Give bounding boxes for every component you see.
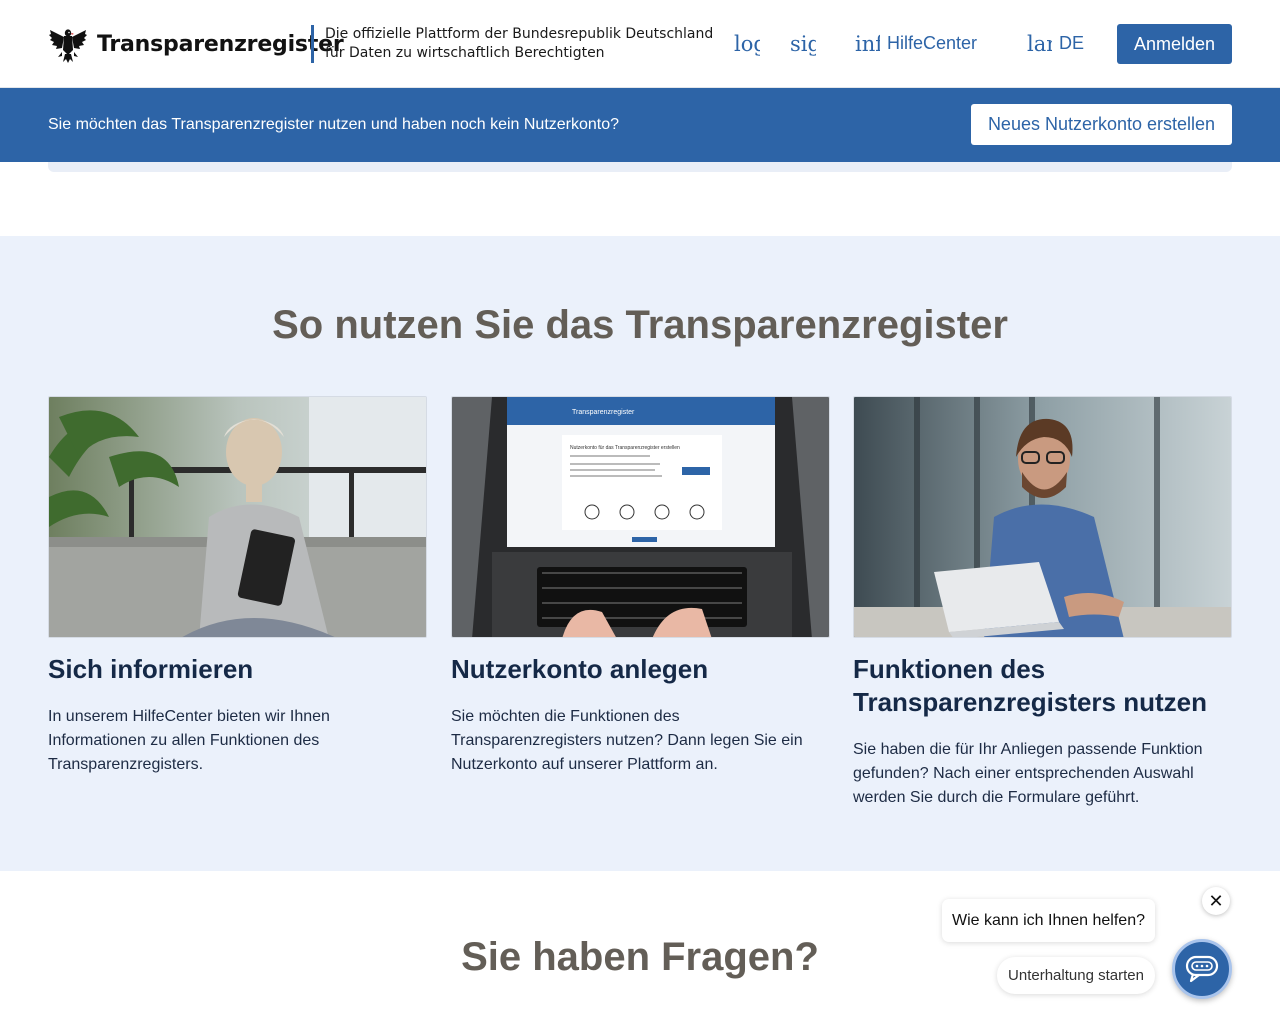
chat-launcher-button[interactable] bbox=[1172, 939, 1232, 999]
create-account-button[interactable]: Neues Nutzerkonto erstellen bbox=[971, 104, 1232, 145]
nav-info-link[interactable]: info bbox=[855, 32, 880, 56]
banner-shadow bbox=[48, 162, 1232, 172]
nav-login-link[interactable]: login bbox=[734, 32, 760, 56]
tagline-line-2: für Daten zu wirtschaftlich Berechtigten bbox=[325, 45, 605, 61]
chat-prompt-bubble[interactable]: Wie kann ich Ihnen helfen? bbox=[942, 899, 1155, 942]
account-banner: Sie möchten das Transparenzregister nutz… bbox=[0, 88, 1280, 162]
card-inform-text: In unserem HilfeCenter bieten wir Ihnen … bbox=[48, 708, 330, 773]
chat-bubble-icon bbox=[1185, 955, 1219, 983]
card-functions: Funktionen des Transparenzregisters nutz… bbox=[853, 396, 1232, 810]
federal-eagle-icon bbox=[49, 29, 87, 63]
nav-signup-link[interactable]: signup bbox=[790, 32, 816, 56]
nav-helpcenter-link[interactable]: HilfeCenter bbox=[887, 33, 977, 54]
card-functions-image bbox=[853, 396, 1232, 638]
card-account-image: Transparenzregister Nutzerkonto für das … bbox=[451, 396, 830, 638]
chat-close-icon[interactable]: ✕ bbox=[1202, 887, 1230, 915]
language-selector[interactable]: DE bbox=[1059, 33, 1084, 54]
banner-text: Sie möchten das Transparenzregister nutz… bbox=[48, 116, 620, 133]
usage-section: So nutzen Sie das Transparenzregister Si… bbox=[0, 236, 1280, 871]
card-inform-title: Sich informieren bbox=[48, 654, 254, 684]
card-account: Transparenzregister Nutzerkonto für das … bbox=[451, 396, 830, 777]
laptop-heading: Nutzerkonto für das Transparenzregister … bbox=[570, 445, 680, 451]
card-inform: Sich informieren In unserem HilfeCenter … bbox=[48, 396, 427, 777]
card-functions-text: Sie haben die für Ihr Anliegen passende … bbox=[853, 741, 1203, 806]
usage-title: So nutzen Sie das Transparenzregister bbox=[272, 303, 1008, 347]
card-account-title: Nutzerkonto anlegen bbox=[451, 654, 709, 684]
card-account-text: Sie möchten die Funktionen des Transpare… bbox=[451, 708, 803, 773]
card-functions-title: Funktionen des Transparenzregisters nutz… bbox=[853, 654, 1207, 717]
laptop-brand: Transparenzregister bbox=[572, 409, 635, 416]
site-header: Transparenzregister Die offizielle Platt… bbox=[0, 0, 1280, 88]
chat-start-button[interactable]: Unterhaltung starten bbox=[997, 957, 1155, 994]
home-logo-link[interactable]: Transparenzregister bbox=[48, 24, 344, 64]
brand-name: Transparenzregister bbox=[97, 31, 344, 57]
login-button[interactable]: Anmelden bbox=[1117, 24, 1232, 64]
nav-language-link[interactable]: language bbox=[1027, 32, 1052, 56]
tagline-line-1: Die offizielle Plattform der Bundesrepub… bbox=[325, 26, 714, 42]
card-inform-image bbox=[48, 396, 427, 638]
header-tagline: Die offizielle Plattform der Bundesrepub… bbox=[325, 25, 713, 63]
header-divider bbox=[311, 25, 314, 63]
